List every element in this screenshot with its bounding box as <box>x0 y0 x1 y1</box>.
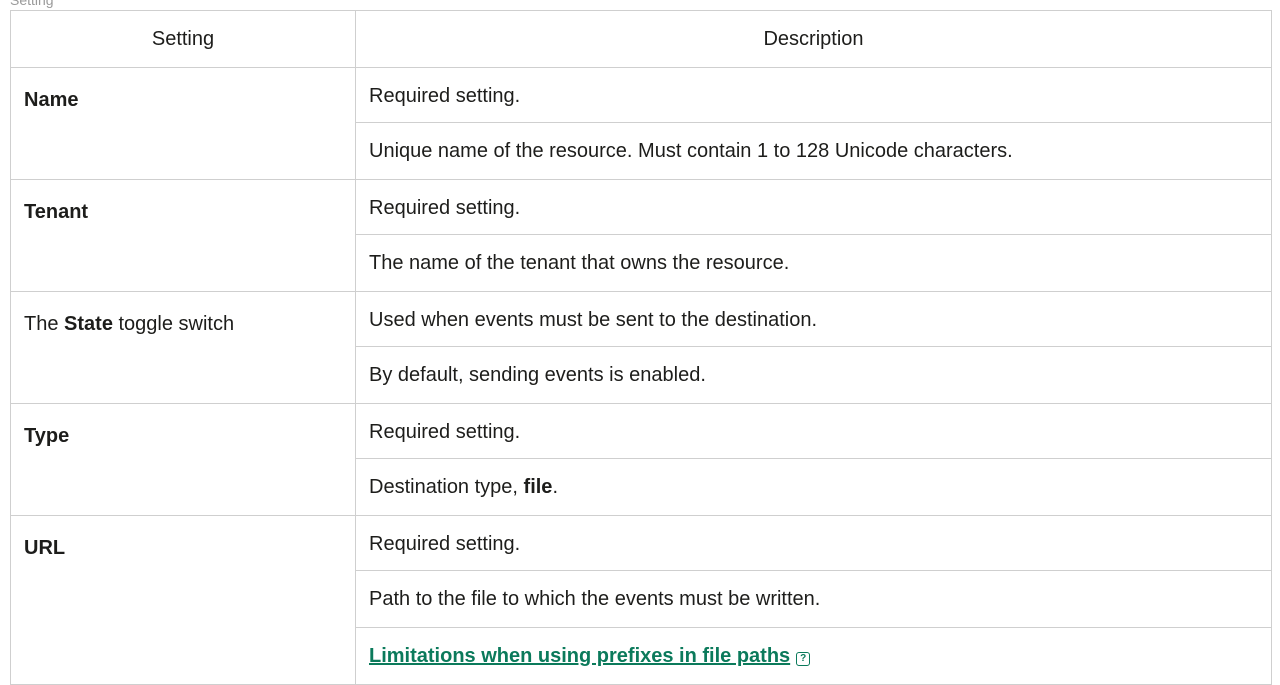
setting-description-cell: Required setting. Destination type, file. <box>355 403 1272 516</box>
table-row: Tenant Required setting. The name of the t… <box>10 179 1272 292</box>
description-line: Required setting. <box>369 404 1258 458</box>
table-row: Type Required setting. Destination type, f… <box>10 403 1272 516</box>
setting-description-cell: Required setting. The name of the tenant … <box>355 179 1272 292</box>
table-row: URL Required setting. Path to the file to … <box>10 515 1272 685</box>
description-line: Unique name of the resource. Must contai… <box>356 122 1271 179</box>
description-text: Required setting. <box>369 197 521 219</box>
header-setting: Setting <box>10 10 356 68</box>
setting-prefix: The <box>24 313 65 335</box>
description-line: By default, sending events is enabled. <box>356 346 1271 403</box>
description-text: Unique name of the resource. Must contai… <box>369 140 1013 162</box>
description-line: Required setting. <box>369 516 1258 570</box>
table-caption: Setting <box>0 0 1280 10</box>
setting-name: Name <box>24 89 79 111</box>
setting-name-cell: The State toggle switch <box>10 291 356 404</box>
setting-name: State <box>64 313 113 335</box>
description-text-suffix: . <box>552 476 558 498</box>
description-text: Required setting. <box>369 533 521 555</box>
caption-text: Setting <box>10 0 54 8</box>
setting-name: URL <box>24 537 66 559</box>
description-text: Path to the file to which the events mus… <box>369 588 821 610</box>
header-description: Description <box>355 10 1272 68</box>
setting-name-cell: Tenant <box>10 179 356 292</box>
limitations-link[interactable]: Limitations when using prefixes in file … <box>369 645 790 667</box>
description-text: The name of the tenant that owns the res… <box>369 252 790 274</box>
description-line: Required setting. <box>369 68 1258 122</box>
description-line: Used when events must be sent to the des… <box>369 292 1258 346</box>
description-line: Required setting. <box>369 180 1258 234</box>
setting-description-cell: Required setting. Unique name of the reso… <box>355 67 1272 180</box>
setting-name: Type <box>24 425 70 447</box>
table-header-row: Setting Description <box>10 10 1272 68</box>
description-text: Required setting. <box>369 421 521 443</box>
description-text: Destination type, <box>369 476 524 498</box>
setting-description-cell: Required setting. Path to the file to whi… <box>355 515 1272 685</box>
description-line: The name of the tenant that owns the res… <box>356 234 1271 291</box>
setting-name-cell: URL <box>10 515 356 685</box>
setting-name-cell: Type <box>10 403 356 516</box>
table-body: Name Required setting. Unique name of the … <box>10 67 1272 685</box>
description-line: Destination type, file. <box>356 458 1271 515</box>
setting-name: Tenant <box>24 201 89 223</box>
setting-description-cell: Used when events must be sent to the des… <box>355 291 1272 404</box>
description-line: Path to the file to which the events mus… <box>356 570 1271 627</box>
description-text: Used when events must be sent to the des… <box>369 309 818 331</box>
setting-name-cell: Name <box>10 67 356 180</box>
description-text: Required setting. <box>369 85 521 107</box>
table-row: The State toggle switch Used when events … <box>10 291 1272 404</box>
help-icon[interactable]: ? <box>796 652 811 666</box>
setting-suffix: toggle switch <box>112 313 235 335</box>
description-keyword: file <box>523 476 553 498</box>
table-row: Name Required setting. Unique name of the … <box>10 67 1272 180</box>
description-text: By default, sending events is enabled. <box>369 364 706 386</box>
settings-table: Setting Description Name Required setting… <box>10 10 1272 685</box>
